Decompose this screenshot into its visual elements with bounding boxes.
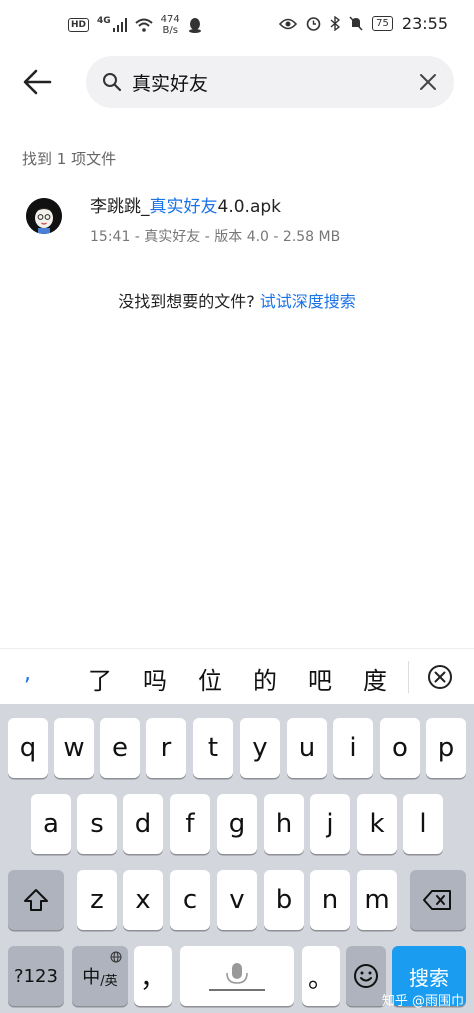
key-t[interactable]: t <box>193 718 233 778</box>
key-l[interactable]: l <box>403 794 443 854</box>
search-box[interactable] <box>86 56 454 108</box>
qq-icon <box>188 18 201 33</box>
candidate-3[interactable]: 位 <box>198 661 222 696</box>
emoji-icon <box>354 964 378 988</box>
alarm-icon <box>306 17 321 31</box>
file-icon <box>26 198 62 234</box>
key-i[interactable]: i <box>333 718 373 778</box>
candidate-0[interactable]: , <box>24 661 31 686</box>
deep-search-prompt: 没找到想要的文件? 试试深度搜索 <box>0 288 474 312</box>
key-c[interactable]: c <box>170 870 210 930</box>
backspace-icon <box>423 890 451 910</box>
deep-search-link[interactable]: 试试深度搜索 <box>260 292 356 311</box>
search-input[interactable] <box>132 56 402 108</box>
candidate-5[interactable]: 吧 <box>308 661 332 696</box>
key-n[interactable]: n <box>310 870 350 930</box>
key-p[interactable]: p <box>426 718 466 778</box>
battery-indicator: 75 <box>372 16 393 31</box>
status-right: 75 23:55 <box>279 14 448 33</box>
key-b[interactable]: b <box>264 870 304 930</box>
numbers-key[interactable]: ?123 <box>8 946 64 1006</box>
key-d[interactable]: d <box>123 794 163 854</box>
not-found-text: 没找到想要的文件? <box>118 292 255 311</box>
key-s[interactable]: s <box>77 794 117 854</box>
key-x[interactable]: x <box>123 870 163 930</box>
key-f[interactable]: f <box>170 794 210 854</box>
back-arrow-icon[interactable] <box>20 64 56 100</box>
close-keyboard-icon[interactable] <box>424 661 456 693</box>
shift-key[interactable] <box>8 870 64 930</box>
lang-sub-label: /英 <box>100 973 118 989</box>
avatar-icon <box>26 198 62 234</box>
candidate-4[interactable]: 的 <box>253 661 277 696</box>
key-m[interactable]: m <box>357 870 397 930</box>
candidate-divider <box>408 661 409 693</box>
file-meta: 15:41 - 真实好友 - 版本 4.0 - 2.58 MB <box>90 229 341 245</box>
file-name-prefix: 李跳跳_ <box>90 197 150 217</box>
key-v[interactable]: v <box>217 870 257 930</box>
lang-main-label: 中 <box>82 967 101 988</box>
candidate-1[interactable]: 了 <box>88 661 112 696</box>
microphone-icon <box>209 963 265 991</box>
candidate-2[interactable]: 吗 <box>143 661 167 696</box>
emoji-key[interactable] <box>346 946 386 1006</box>
candidate-bar: , 了 吗 位 的 吧 度 <box>0 648 474 705</box>
search-icon <box>103 73 122 92</box>
key-a[interactable]: a <box>31 794 71 854</box>
wifi-icon <box>135 18 153 32</box>
keyboard: q w e r t y u i o p a s d f g h j k l z … <box>0 704 474 1013</box>
key-k[interactable]: k <box>357 794 397 854</box>
key-g[interactable]: g <box>217 794 257 854</box>
space-key[interactable] <box>180 946 294 1006</box>
file-name-highlight: 真实好友 <box>149 197 218 217</box>
key-o[interactable]: o <box>380 718 420 778</box>
eye-icon <box>279 18 298 29</box>
mute-icon <box>349 16 363 31</box>
bluetooth-icon <box>330 16 341 31</box>
network-speed: 474 B/s <box>161 14 180 36</box>
period-key[interactable]: 。 <box>302 946 340 1006</box>
clear-icon[interactable] <box>418 72 438 92</box>
network-label: 4G <box>97 16 111 26</box>
key-h[interactable]: h <box>264 794 304 854</box>
results-count: 找到 1 项文件 <box>22 150 117 168</box>
speed-unit: B/s <box>162 25 178 36</box>
watermark: 知乎 @雨围巾 <box>381 994 464 1009</box>
key-q[interactable]: q <box>8 718 48 778</box>
status-bar: HD 4G 474 B/s 75 23:55 <box>0 0 474 56</box>
hd-badge: HD <box>68 18 90 32</box>
speed-value: 474 <box>160 14 180 25</box>
comma-key[interactable]: ， <box>134 946 172 1006</box>
key-w[interactable]: w <box>54 718 94 778</box>
file-name-suffix: 4.0.apk <box>217 197 282 217</box>
candidate-6[interactable]: 度 <box>363 661 387 696</box>
shift-icon <box>24 889 48 911</box>
key-r[interactable]: r <box>146 718 186 778</box>
list-item[interactable]: 李跳跳_真实好友4.0.apk 15:41 - 真实好友 - 版本 4.0 - … <box>26 190 456 252</box>
globe-icon <box>110 951 122 963</box>
key-y[interactable]: y <box>240 718 280 778</box>
language-switch-key[interactable]: 中/英 <box>72 946 128 1006</box>
status-left: HD 4G 474 B/s <box>68 14 202 36</box>
clock: 23:55 <box>401 14 448 33</box>
key-u[interactable]: u <box>287 718 327 778</box>
signal-icon <box>112 18 127 32</box>
key-e[interactable]: e <box>100 718 140 778</box>
file-name: 李跳跳_真实好友4.0.apk <box>90 192 281 217</box>
search-header <box>0 56 474 108</box>
key-j[interactable]: j <box>310 794 350 854</box>
key-z[interactable]: z <box>77 870 117 930</box>
backspace-key[interactable] <box>410 870 466 930</box>
